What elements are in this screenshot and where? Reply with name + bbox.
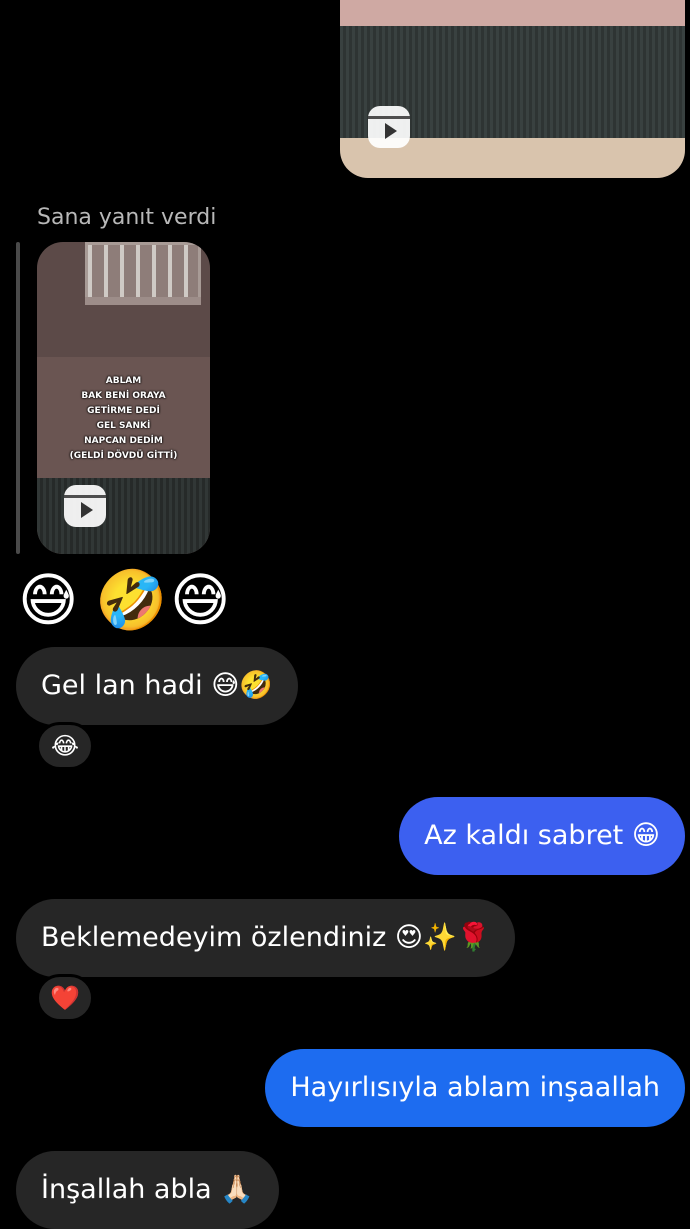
- reel-window-sill: [85, 297, 201, 305]
- reel-caption-line: ABLAM: [105, 376, 142, 386]
- emoji-message[interactable]: 😅: [170, 568, 230, 632]
- incoming-message-bubble[interactable]: Beklemedeyim özlendiniz 😍✨🌹: [16, 899, 516, 977]
- reel-caption-line: GEL SANKİ: [96, 421, 151, 431]
- reels-play-icon: [64, 485, 106, 527]
- incoming-message-bubble[interactable]: İnşallah abla 🙏🏻: [16, 1151, 279, 1229]
- reel-wall-image: [37, 478, 210, 554]
- outgoing-message-bubble[interactable]: Az kaldı sabret 😁: [399, 797, 685, 875]
- reel-caption-line: GETİRME DEDİ: [87, 406, 160, 416]
- reel-caption-line: (GELDİ DÖVDÜ GİTTİ): [69, 451, 178, 461]
- reel-caption-line: BAK BENİ ORAYA: [81, 391, 166, 401]
- message-reaction[interactable]: ❤️: [36, 974, 94, 1022]
- reel-caption-line: NAPCAN DEDİM: [84, 436, 163, 446]
- message-reaction[interactable]: 😂: [36, 722, 94, 770]
- incoming-message-bubble[interactable]: Gel lan hadi 😅🤣: [16, 647, 299, 725]
- reel-window-image: [85, 242, 201, 303]
- outgoing-message-bubble[interactable]: Hayırlısıyla ablam inşaallah: [265, 1049, 685, 1127]
- reply-quote-bar: [16, 242, 20, 554]
- emoji-message[interactable]: 😅: [18, 568, 78, 632]
- shared-reel-thumbnail-top[interactable]: [340, 0, 685, 178]
- reply-header: Sana yanıt verdi: [37, 205, 217, 230]
- reel-caption: ABLAM BAK BENİ ORAYA GETİRME DEDİ GEL SA…: [37, 374, 210, 464]
- reels-play-icon: [368, 106, 410, 148]
- replied-reel-thumbnail[interactable]: ABLAM BAK BENİ ORAYA GETİRME DEDİ GEL SA…: [37, 242, 210, 554]
- emoji-message[interactable]: 🤣: [95, 568, 167, 632]
